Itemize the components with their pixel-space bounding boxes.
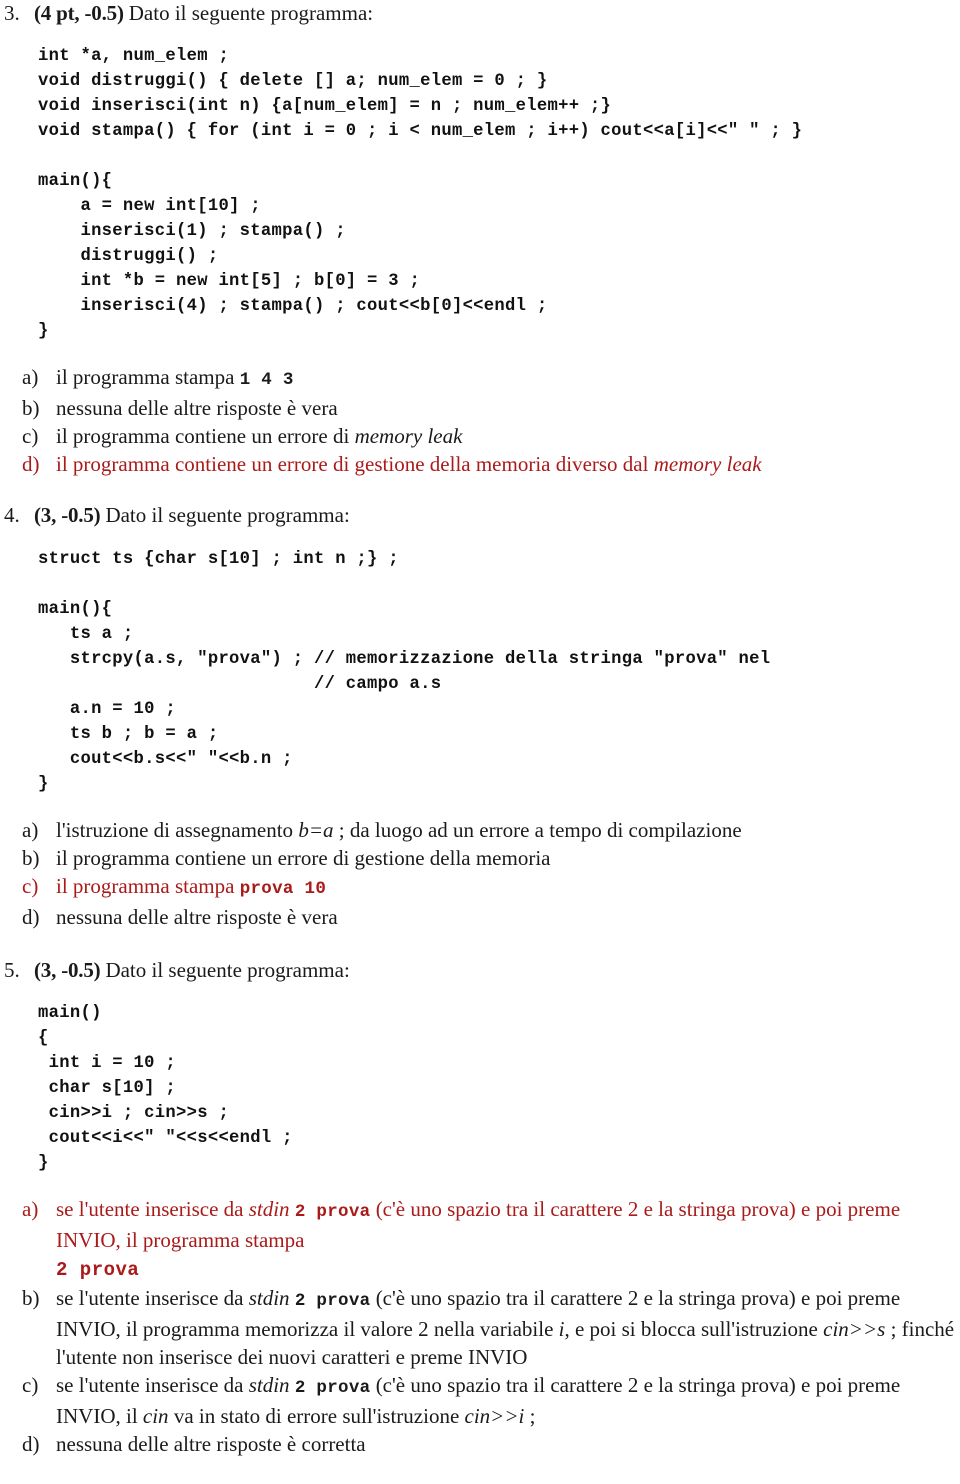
answer-list: a) se l'utente inserisce da stdin 2 prova… bbox=[22, 1195, 960, 1458]
question-block: 3. (4 pt, -0.5) Dato il seguente programma… bbox=[0, 0, 960, 502]
answer-text-fragment: memory leak bbox=[653, 452, 762, 477]
question-prompt-line: (3, -0.5) Dato il seguente programma: bbox=[34, 957, 350, 984]
questions-container: 3. (4 pt, -0.5) Dato il seguente programma… bbox=[0, 0, 960, 1484]
answer-letter: d) bbox=[22, 904, 40, 929]
answer-letter: c) bbox=[22, 873, 39, 898]
answer-letter: c) bbox=[22, 424, 39, 449]
answer-option[interactable]: b) il programma contiene un errore di ges… bbox=[22, 844, 960, 872]
answer-text-fragment: 2 prova bbox=[56, 1259, 140, 1282]
answer-option[interactable]: d) il programma contiene un errore di ges… bbox=[22, 450, 960, 478]
answer-text-fragment: l'istruzione di assegnamento bbox=[56, 817, 299, 842]
code-listing: int *a, num_elem ; void distruggi() { de… bbox=[38, 47, 803, 342]
question-gap bbox=[0, 1458, 960, 1484]
question-prompt-text: Dato il seguente programma: bbox=[105, 503, 350, 528]
answer-text-fragment: ; bbox=[524, 1404, 536, 1429]
answer-text-fragment: 1 4 3 bbox=[239, 370, 294, 391]
answer-text-fragment: ; da luogo ad un errore a tempo di compi… bbox=[333, 817, 742, 842]
answer-option[interactable]: a) l'istruzione di assegnamento b=a ; da … bbox=[22, 816, 960, 844]
question-heading: 4. (3, -0.5) Dato il seguente programma: bbox=[0, 502, 960, 529]
answer-letter: d) bbox=[22, 1432, 40, 1457]
answer-option[interactable]: c) se l'utente inserisce da stdin 2 prova… bbox=[22, 1371, 960, 1430]
code-listing: struct ts {char s[10] ; int n ;} ; main(… bbox=[38, 549, 771, 794]
answer-option[interactable]: d) nessuna delle altre risposte è corrett… bbox=[22, 1430, 960, 1458]
answer-text-fragment: memory leak bbox=[354, 424, 463, 449]
answer-text: nessuna delle altre risposte è vera bbox=[56, 394, 960, 422]
answer-letter: a) bbox=[22, 1197, 39, 1222]
answer-text-fragment: se l'utente inserisce da bbox=[56, 1286, 249, 1311]
answer-option[interactable]: a) se l'utente inserisce da stdin 2 prova… bbox=[22, 1195, 960, 1284]
answer-text: se l'utente inserisce da stdin 2 prova (… bbox=[56, 1371, 960, 1430]
answer-text: se l'utente inserisce da stdin 2 prova (… bbox=[56, 1284, 960, 1371]
answer-text-fragment: prova 10 bbox=[239, 878, 327, 899]
answer-text: il programma contiene un errore di gesti… bbox=[56, 450, 960, 478]
answer-letter: a) bbox=[22, 365, 39, 390]
question-gap bbox=[0, 931, 960, 957]
answer-text-fragment: se l'utente inserisce da bbox=[56, 1197, 249, 1222]
question-block: 4. (3, -0.5) Dato il seguente programma: st… bbox=[0, 502, 960, 956]
question-points: (3, -0.5) bbox=[34, 503, 101, 528]
document-page: 3. (4 pt, -0.5) Dato il seguente programma… bbox=[0, 0, 960, 1456]
answer-text-fragment: b=a bbox=[298, 817, 334, 842]
answer-text-fragment: va in stato di errore sull'istruzione bbox=[168, 1404, 465, 1429]
answer-list: a) il programma stampa 1 4 3 b) nessuna del… bbox=[22, 363, 960, 478]
answer-text: nessuna delle altre risposte è vera bbox=[56, 903, 960, 931]
answer-text-fragment: 2 prova bbox=[294, 1291, 371, 1312]
question-gap bbox=[0, 478, 960, 502]
answer-letter: b) bbox=[22, 845, 40, 870]
answer-text: il programma contiene un errore di memor… bbox=[56, 422, 960, 450]
answer-text-fragment: nessuna delle altre risposte è vera bbox=[56, 904, 338, 929]
answer-text-fragment: nessuna delle altre risposte è corretta bbox=[56, 1432, 366, 1457]
answer-list: a) l'istruzione di assegnamento b=a ; da … bbox=[22, 816, 960, 931]
answer-option[interactable]: d) nessuna delle altre risposte è vera bbox=[22, 903, 960, 931]
answer-text-fragment: cin bbox=[142, 1404, 169, 1429]
code-listing: main() { int i = 10 ; char s[10] ; cin>>… bbox=[38, 1003, 293, 1173]
answer-letter: b) bbox=[22, 396, 40, 421]
question-prompt-line: (4 pt, -0.5) Dato il seguente programma: bbox=[34, 0, 373, 27]
answer-letter: a) bbox=[22, 817, 39, 842]
answer-text-fragment: il programma stampa bbox=[56, 873, 240, 898]
answer-option[interactable]: a) il programma stampa 1 4 3 bbox=[22, 363, 960, 394]
answer-text-fragment: 2 prova bbox=[294, 1202, 371, 1223]
question-points: (3, -0.5) bbox=[34, 957, 101, 982]
answer-text-fragment: stdin bbox=[248, 1286, 290, 1311]
answer-text-fragment: stdin bbox=[248, 1197, 290, 1222]
question-heading: 3. (4 pt, -0.5) Dato il seguente programma… bbox=[0, 0, 960, 27]
answer-text-fragment: nessuna delle altre risposte è vera bbox=[56, 396, 338, 421]
answer-letter: d) bbox=[22, 452, 40, 477]
answer-option[interactable]: c) il programma stampa prova 10 bbox=[22, 872, 960, 903]
question-prompt-line: (3, -0.5) Dato il seguente programma: bbox=[34, 502, 350, 529]
question-number: 4. bbox=[4, 503, 20, 528]
answer-letter: b) bbox=[22, 1286, 40, 1311]
answer-text: il programma stampa prova 10 bbox=[56, 872, 960, 903]
answer-letter: c) bbox=[22, 1373, 39, 1398]
answer-text: nessuna delle altre risposte è corretta bbox=[56, 1430, 960, 1458]
question-number: 5. bbox=[4, 957, 20, 982]
answer-text-fragment: il programma contiene un errore di bbox=[56, 424, 355, 449]
answer-text-fragment: il programma contiene un errore di gesti… bbox=[56, 452, 654, 477]
answer-text-fragment: cin>>i bbox=[464, 1404, 525, 1429]
question-block: 5. (3, -0.5) Dato il seguente programma: ma… bbox=[0, 957, 960, 1484]
question-number: 3. bbox=[4, 1, 20, 25]
answer-text-fragment: stdin bbox=[248, 1373, 290, 1398]
question-points: (4 pt, -0.5) bbox=[34, 1, 124, 25]
answer-text-fragment: 2 prova bbox=[294, 1378, 371, 1399]
answer-option[interactable]: c) il programma contiene un errore di mem… bbox=[22, 422, 960, 450]
answer-text-fragment: cin>>s bbox=[823, 1317, 886, 1342]
answer-option[interactable]: b) nessuna delle altre risposte è vera bbox=[22, 394, 960, 422]
question-prompt-text: Dato il seguente programma: bbox=[128, 1, 374, 25]
answer-text: se l'utente inserisce da stdin 2 prova (… bbox=[56, 1195, 960, 1284]
answer-text: l'istruzione di assegnamento b=a ; da lu… bbox=[56, 816, 960, 844]
answer-option[interactable]: b) se l'utente inserisce da stdin 2 prova… bbox=[22, 1284, 960, 1371]
answer-text-fragment: se l'utente inserisce da bbox=[56, 1373, 249, 1398]
question-prompt-text: Dato il seguente programma: bbox=[105, 957, 350, 982]
answer-text-fragment: il programma stampa bbox=[56, 365, 240, 390]
answer-text-fragment: , e poi si blocca sull'istruzione bbox=[564, 1317, 824, 1342]
answer-text: il programma contiene un errore di gesti… bbox=[56, 844, 960, 872]
question-heading: 5. (3, -0.5) Dato il seguente programma: bbox=[0, 957, 960, 984]
answer-text: il programma stampa 1 4 3 bbox=[56, 363, 960, 394]
answer-text-fragment: il programma contiene un errore di gesti… bbox=[56, 845, 551, 870]
